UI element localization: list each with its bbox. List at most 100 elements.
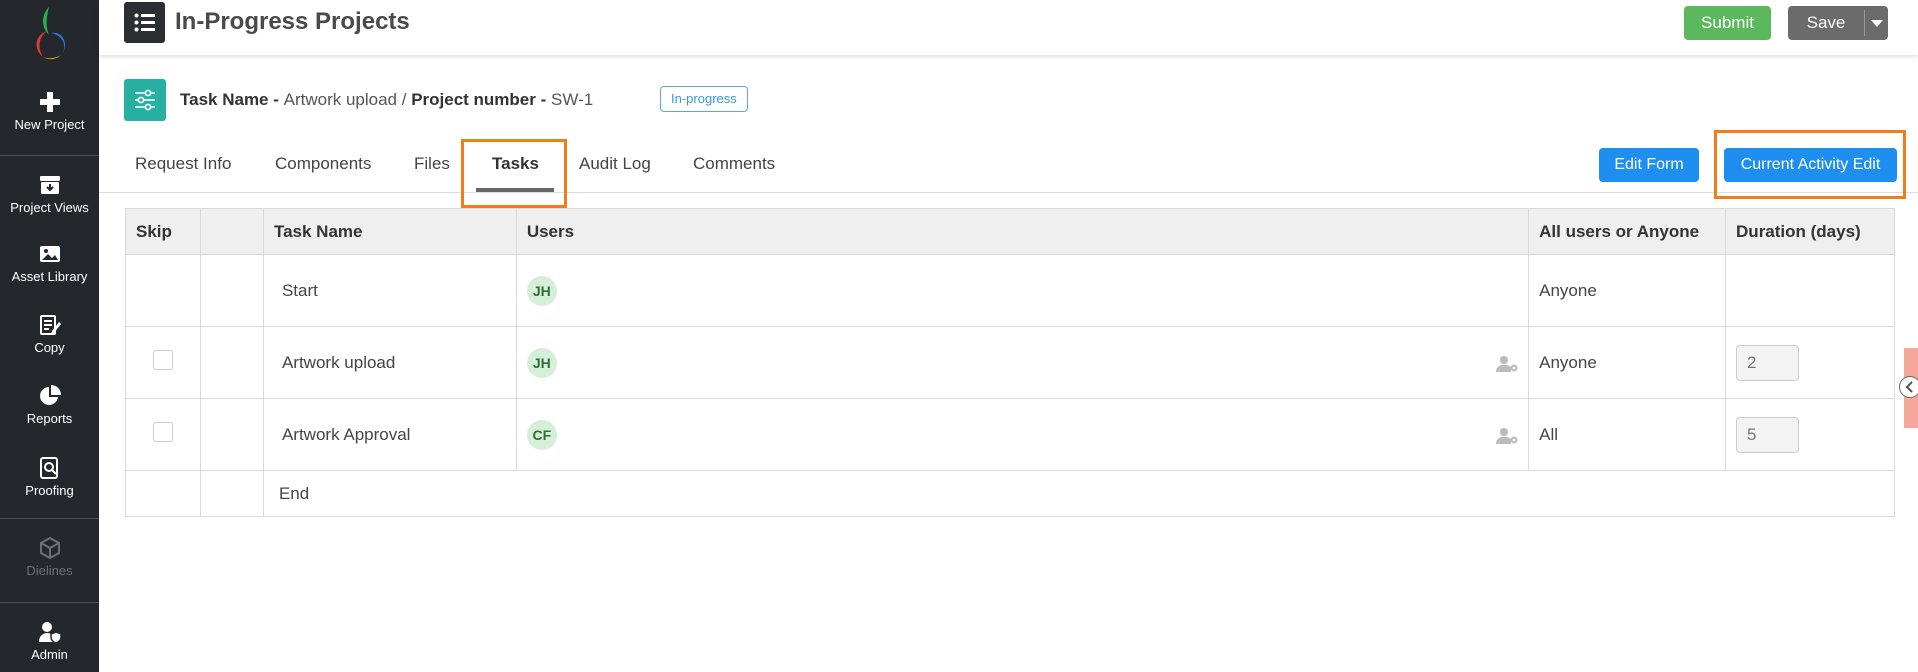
side-panel-toggle[interactable] xyxy=(1899,376,1918,398)
col-task-name: Task Name xyxy=(262,208,517,255)
duration-cell: 5 xyxy=(1725,398,1895,471)
col-skip: Skip xyxy=(125,208,201,255)
table-header-row: Skip Task Name Users All users or Anyone… xyxy=(125,208,1895,255)
status-badge: In-progress xyxy=(660,86,748,112)
proof-search-icon xyxy=(39,457,58,479)
sliders-icon xyxy=(135,89,155,111)
project-number-value: SW-1 xyxy=(551,90,594,109)
task-name-cell: End xyxy=(262,470,1896,517)
tab-comments[interactable]: Comments xyxy=(693,154,775,174)
blank-cell xyxy=(199,254,264,327)
sidebar: New Project Project Views Asset Library … xyxy=(0,0,99,672)
skip-cell xyxy=(125,398,201,471)
tab-components[interactable]: Components xyxy=(275,154,371,174)
app-logo[interactable] xyxy=(0,0,99,66)
blank-cell xyxy=(199,398,264,471)
users-cell: JH xyxy=(515,254,1530,327)
project-number-label: Project number - xyxy=(411,90,551,109)
edit-form-button[interactable]: Edit Form xyxy=(1599,148,1699,182)
tab-files[interactable]: Files xyxy=(414,154,450,174)
chevron-left-icon xyxy=(1905,381,1913,393)
list-menu-button[interactable] xyxy=(124,2,165,43)
skip-checkbox[interactable] xyxy=(152,350,173,370)
save-button-label: Save xyxy=(1806,13,1846,32)
sidebar-divider xyxy=(0,518,99,519)
skip-cell xyxy=(125,470,201,517)
sidebar-item-label: Asset Library xyxy=(11,269,88,284)
mode-cell: Anyone xyxy=(1528,254,1727,327)
tab-request-info[interactable]: Request Info xyxy=(135,154,231,174)
task-name-value: Artwork upload xyxy=(283,90,398,109)
sidebar-item-label: Proofing xyxy=(25,483,74,498)
col-duration: Duration (days) xyxy=(1725,208,1895,255)
top-header: In-Progress Projects Submit Save xyxy=(99,0,1918,55)
sidebar-item-copy[interactable]: Copy xyxy=(0,313,99,355)
user-settings-icon[interactable] xyxy=(1496,427,1520,445)
page-title: In-Progress Projects xyxy=(175,8,410,35)
sidebar-item-new-project[interactable]: New Project xyxy=(0,90,99,132)
skip-cell xyxy=(125,326,201,399)
highlight-box-tasks xyxy=(461,139,567,208)
table-row: Artwork Approval CF All 5 xyxy=(125,398,1895,471)
sidebar-item-label: New Project xyxy=(14,117,85,132)
highlight-box-current-activity xyxy=(1714,130,1906,199)
table-row: Start JH Anyone xyxy=(125,254,1895,327)
col-blank xyxy=(199,208,264,255)
edit-icon xyxy=(39,315,61,335)
task-name-label: Task Name - xyxy=(180,90,284,109)
sidebar-item-label: Project Views xyxy=(10,200,89,215)
avatar[interactable]: CF xyxy=(526,419,557,450)
submit-button[interactable]: Submit xyxy=(1684,6,1771,40)
users-cell: JH xyxy=(515,326,1530,399)
sidebar-item-asset-library[interactable]: Asset Library xyxy=(0,242,99,284)
duration-input[interactable]: 5 xyxy=(1736,416,1800,453)
chevron-down-icon[interactable] xyxy=(1871,20,1883,27)
sidebar-item-admin[interactable]: Admin xyxy=(0,620,99,662)
pie-chart-icon xyxy=(39,385,61,405)
duration-cell xyxy=(1725,254,1895,327)
blank-cell xyxy=(199,470,264,517)
skip-cell xyxy=(125,254,201,327)
sidebar-divider xyxy=(0,602,99,603)
avatar[interactable]: JH xyxy=(526,347,557,378)
sidebar-item-dielines: Dielines xyxy=(0,536,99,578)
task-info: Task Name - Artwork upload / Project num… xyxy=(180,90,593,110)
logo-icon xyxy=(36,7,66,60)
duration-input[interactable]: 2 xyxy=(1736,344,1800,381)
plus-icon xyxy=(39,92,60,112)
table-row: End xyxy=(125,470,1896,517)
sliders-icon-box xyxy=(124,79,166,121)
skip-checkbox[interactable] xyxy=(152,422,173,442)
mode-cell: Anyone xyxy=(1528,326,1727,399)
task-name-cell: Artwork upload xyxy=(262,326,517,399)
duration-cell: 2 xyxy=(1725,326,1895,399)
save-button-divider xyxy=(1864,10,1865,36)
box-icon xyxy=(39,536,60,560)
info-separator: / xyxy=(397,90,412,109)
sidebar-item-reports[interactable]: Reports xyxy=(0,384,99,426)
user-shield-icon xyxy=(38,622,62,644)
sidebar-divider xyxy=(0,155,99,156)
tab-audit-log[interactable]: Audit Log xyxy=(579,154,651,174)
table-row: Artwork upload JH Anyone 2 xyxy=(125,326,1895,399)
user-settings-icon[interactable] xyxy=(1496,355,1520,373)
archive-icon xyxy=(39,176,60,194)
sidebar-item-label: Copy xyxy=(34,340,65,355)
avatar[interactable]: JH xyxy=(526,275,557,306)
col-all-or-anyone: All users or Anyone xyxy=(1528,208,1727,255)
task-name-cell: Start xyxy=(262,254,517,327)
sidebar-item-label: Reports xyxy=(26,411,73,426)
users-cell: CF xyxy=(515,398,1530,471)
list-icon xyxy=(134,13,155,32)
task-name-cell: Artwork Approval xyxy=(262,398,517,471)
image-icon xyxy=(39,246,60,262)
sidebar-item-project-views[interactable]: Project Views xyxy=(0,173,99,215)
save-button[interactable]: Save xyxy=(1788,6,1888,40)
mode-cell: All xyxy=(1528,398,1727,471)
sidebar-item-label: Admin xyxy=(31,647,68,662)
col-users: Users xyxy=(515,208,1530,255)
blank-cell xyxy=(199,326,264,399)
sidebar-item-label: Dielines xyxy=(26,563,73,578)
sidebar-item-proofing[interactable]: Proofing xyxy=(0,456,99,498)
tasks-table: Skip Task Name Users All users or Anyone… xyxy=(125,208,1896,517)
